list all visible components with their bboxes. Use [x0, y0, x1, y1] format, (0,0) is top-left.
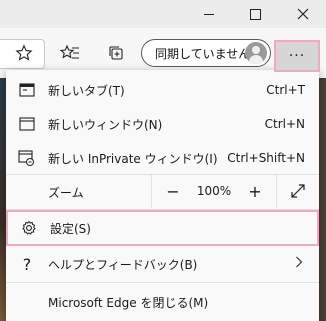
fullscreen-button[interactable] [280, 174, 316, 208]
favorites-button[interactable] [58, 41, 82, 65]
help-label: ヘルプとフィードバック(B) [48, 257, 198, 272]
fullscreen-icon [291, 184, 305, 198]
minimize-icon [204, 13, 214, 15]
avatar-icon [245, 42, 267, 64]
page-background-right [318, 78, 326, 321]
new-tab-shortcut: Ctrl+T [266, 83, 305, 97]
star-icon [15, 44, 33, 61]
zoom-out-button[interactable]: − [156, 174, 190, 208]
title-bar [0, 0, 326, 28]
menu-item-new-window[interactable]: 新しいウィンドウ(N) Ctrl+N [6, 106, 319, 142]
gear-icon [20, 219, 38, 237]
zoom-label: ズーム [48, 186, 84, 200]
close-edge-label: Microsoft Edge を閉じる(M) [48, 295, 209, 310]
menu-item-close-edge[interactable]: Microsoft Edge を閉じる(M) [6, 284, 319, 320]
settings-and-more-button[interactable]: ··· [274, 40, 320, 72]
new-window-label: 新しいウィンドウ(N) [48, 117, 163, 132]
collections-button[interactable] [104, 41, 128, 65]
browser-window: 同期していません 新しいタブ(T) Ctrl+T 新しいウィンドウ(N) Ctr… [0, 0, 326, 321]
new-window-shortcut: Ctrl+N [264, 117, 305, 131]
maximize-button[interactable] [232, 0, 278, 28]
settings-label: 設定(S) [50, 221, 91, 236]
menu-item-new-inprivate[interactable]: 新しい InPrivate ウィンドウ(I) Ctrl+Shift+N [6, 140, 319, 176]
zoom-in-button[interactable]: + [238, 174, 272, 208]
maximize-icon [249, 8, 261, 20]
zoom-level-value: 100% [196, 184, 232, 198]
new-tab-label: 新しいタブ(T) [48, 83, 125, 98]
new-inprivate-shortcut: Ctrl+Shift+N [227, 151, 305, 165]
close-window-button[interactable] [280, 0, 326, 28]
settings-and-more-menu: 新しいタブ(T) Ctrl+T 新しいウィンドウ(N) Ctrl+N 新しい I… [6, 70, 319, 321]
favorites-icon [60, 44, 79, 59]
menu-item-help[interactable]: ? ヘルプとフィードバック(B) [6, 246, 319, 282]
profile-sync-button[interactable]: 同期していません [141, 39, 271, 67]
new-inprivate-label: 新しい InPrivate ウィンドウ(I) [48, 151, 218, 166]
menu-divider [6, 282, 319, 283]
minimize-button[interactable] [186, 0, 232, 28]
close-icon [297, 8, 309, 20]
zoom-divider [151, 174, 152, 208]
new-window-icon [18, 115, 36, 133]
add-favorite-button[interactable] [12, 41, 36, 65]
menu-item-new-tab[interactable]: 新しいタブ(T) Ctrl+T [6, 72, 319, 108]
new-tab-icon [18, 81, 36, 99]
chevron-right-icon [295, 256, 303, 272]
zoom-divider [276, 174, 277, 208]
sync-status-label: 同期していません [155, 46, 251, 61]
inprivate-icon [18, 149, 36, 167]
question-icon: ? [22, 254, 32, 274]
menu-item-settings[interactable]: 設定(S) [6, 210, 319, 246]
collections-icon [109, 46, 123, 60]
zoom-row: ズーム − 100% + [6, 174, 319, 208]
